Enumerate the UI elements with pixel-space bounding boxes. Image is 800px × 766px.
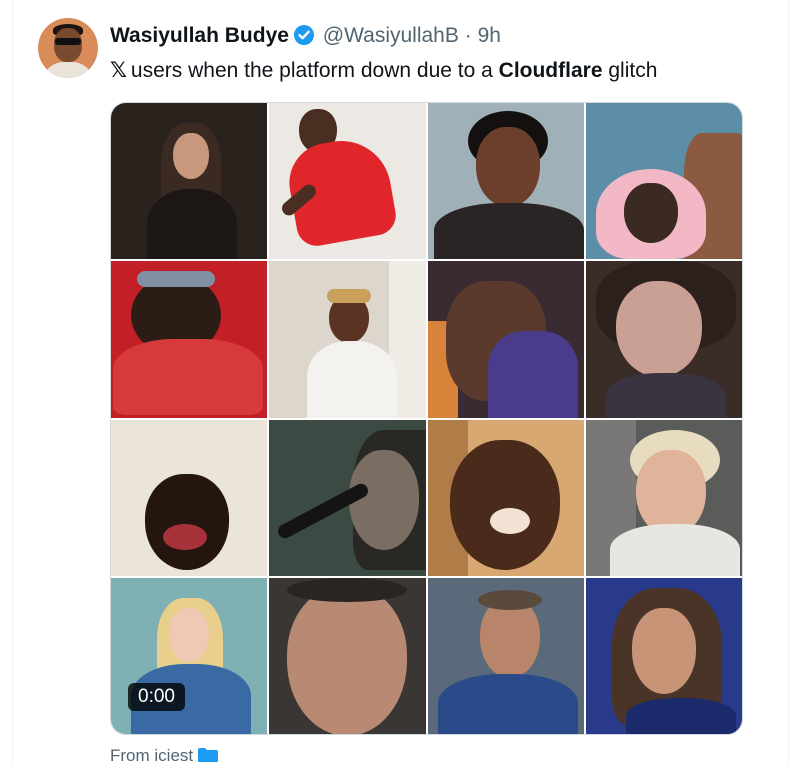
video-thumbnail-cell (111, 261, 268, 418)
media-video[interactable] (110, 102, 743, 735)
video-thumbnail-cell (427, 103, 584, 260)
folder-icon (198, 748, 219, 762)
timeline-border-left (12, 0, 13, 765)
video-thumbnail-cell (269, 103, 426, 260)
video-thumbnail-cell (427, 577, 584, 734)
tweet-header: Wasiyullah Budye @WasiyullahB · 9h (110, 22, 501, 50)
video-thumbnail-cell (111, 419, 268, 576)
tweet-text-bold: Cloudflare (498, 59, 603, 82)
video-thumbnail-cell (269, 577, 426, 734)
time-separator: · (464, 24, 472, 47)
author-avatar[interactable] (38, 18, 98, 78)
author-name[interactable]: Wasiyullah Budye (110, 24, 289, 47)
video-thumbnail-cell (585, 261, 742, 418)
video-thumbnail-cell (111, 103, 268, 260)
video-thumbnail-cell (269, 261, 426, 418)
tweet-text: 𝕏users when the platform down due to a C… (110, 56, 657, 85)
attribution-text: From iciest (110, 746, 194, 765)
verified-badge-icon[interactable] (293, 24, 315, 46)
x-logo-icon: 𝕏 (110, 58, 127, 82)
media-attribution[interactable]: From iciest (110, 746, 219, 766)
tweet-text-part-end: glitch (608, 59, 658, 82)
video-thumbnail-cell (585, 419, 742, 576)
video-thumbnail-cell (585, 577, 742, 734)
video-thumbnail-cell (427, 261, 584, 418)
video-thumbnail-cell (427, 419, 584, 576)
video-thumbnail-cell (585, 103, 742, 260)
tweet-timestamp[interactable]: 9h (478, 24, 501, 47)
video-duration-badge: 0:00 (128, 683, 185, 711)
timeline-border-right (788, 0, 789, 765)
video-thumbnail-cell (269, 419, 426, 576)
author-handle[interactable]: @WasiyullahB (323, 24, 459, 47)
tweet-text-part: users when the platform down due to a (130, 59, 493, 82)
